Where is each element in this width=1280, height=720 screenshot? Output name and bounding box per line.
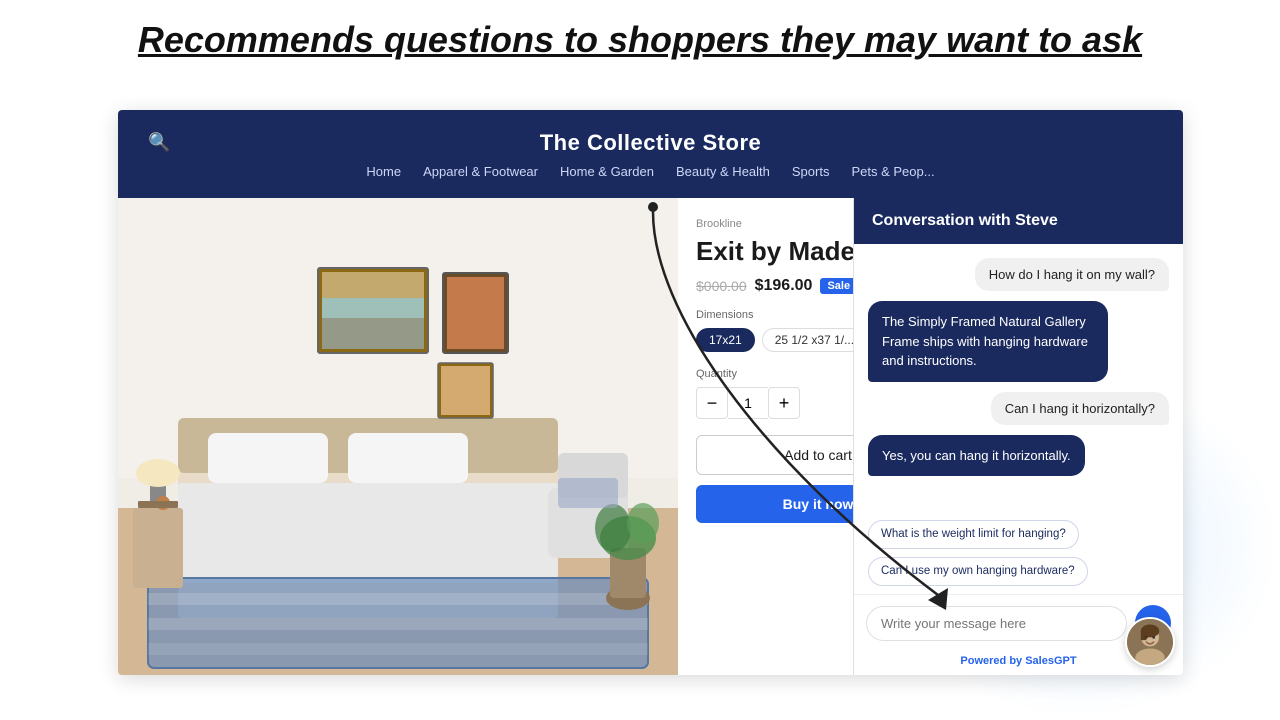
screenshot-container: 🔍 The Collective Store Home Apparel & Fo… xyxy=(118,110,1183,675)
nav-link-beauty[interactable]: Beauty & Health xyxy=(676,164,770,179)
suggestion-chip-1[interactable]: What is the weight limit for hanging? xyxy=(868,520,1079,549)
store-title: The Collective Store xyxy=(540,130,762,156)
nav-link-sports[interactable]: Sports xyxy=(792,164,830,179)
nav-link-pets[interactable]: Pets & Peop... xyxy=(851,164,934,179)
search-icon[interactable]: 🔍 xyxy=(148,132,170,153)
store-nav: 🔍 The Collective Store Home Apparel & Fo… xyxy=(118,110,1183,198)
chat-avatar[interactable] xyxy=(1125,617,1175,667)
chat-header: Conversation with Steve xyxy=(854,198,1183,244)
store-content: Brookline Exit by Madelo $000.00 $196.00… xyxy=(118,198,1183,675)
qty-increase-button[interactable]: + xyxy=(768,387,800,419)
chat-message-2: The Simply Framed Natural Gallery Frame … xyxy=(868,301,1108,382)
product-price-new: $196.00 xyxy=(755,277,813,295)
product-image-section xyxy=(118,198,678,675)
chat-panel: Conversation with Steve How do I hang it… xyxy=(853,198,1183,675)
page-title: Recommends questions to shoppers they ma… xyxy=(0,18,1280,61)
chat-messages: How do I hang it on my wall? The Simply … xyxy=(854,244,1183,516)
chat-input[interactable] xyxy=(866,606,1127,641)
store-nav-top: 🔍 The Collective Store xyxy=(118,130,1183,156)
chat-message-4: Yes, you can hang it horizontally. xyxy=(868,435,1085,477)
nav-link-home-garden[interactable]: Home & Garden xyxy=(560,164,654,179)
bedroom-image xyxy=(118,198,678,675)
store-nav-links: Home Apparel & Footwear Home & Garden Be… xyxy=(366,164,934,179)
chat-suggestions: What is the weight limit for hanging? Ca… xyxy=(854,516,1183,594)
chat-message-3: Can I hang it horizontally? xyxy=(991,392,1169,425)
qty-value: 1 xyxy=(728,387,768,419)
suggestion-chip-2[interactable]: Can I use my own hanging hardware? xyxy=(868,557,1088,586)
nav-link-apparel[interactable]: Apparel & Footwear xyxy=(423,164,538,179)
nav-link-home[interactable]: Home xyxy=(366,164,401,179)
dimension-chip-2[interactable]: 25 1/2 x37 1/... xyxy=(762,328,867,352)
dimension-chip-1[interactable]: 17x21 xyxy=(696,328,755,352)
qty-decrease-button[interactable]: − xyxy=(696,387,728,419)
chat-message-1: How do I hang it on my wall? xyxy=(975,258,1169,291)
chat-avatar-image xyxy=(1127,619,1173,665)
chat-brand: SalesGPT xyxy=(1025,655,1076,667)
product-price-old: $000.00 xyxy=(696,278,747,294)
product-sale-badge: Sale xyxy=(820,278,857,294)
